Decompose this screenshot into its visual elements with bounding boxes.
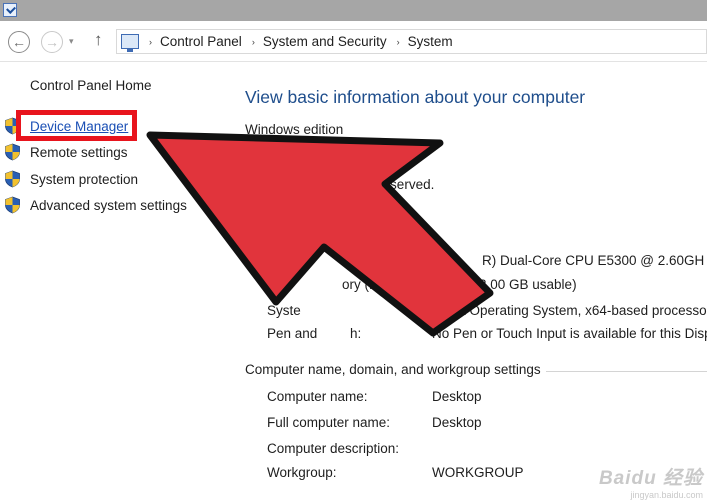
installed-memory-value: 3.00 GB usable) — [479, 277, 577, 292]
pen-and-touch-label: Pen and — [267, 326, 318, 341]
workgroup-label: Workgroup: — [267, 465, 337, 480]
shield-icon — [5, 170, 20, 188]
full-computer-name-value: Desktop — [432, 415, 482, 430]
sidebar: Control Panel Home Device Manager Remote… — [0, 62, 236, 502]
system-type-value: 32-bit Operating System, x64-based proce… — [432, 303, 707, 318]
sidebar-item-label: System protection — [30, 171, 139, 187]
computer-name-value: Desktop — [432, 389, 482, 404]
windows-edition-heading: Windows edition — [245, 122, 344, 137]
workgroup-value: WORKGROUP — [432, 465, 524, 480]
breadcrumb-separator-icon[interactable]: › — [397, 37, 400, 47]
section-divider — [546, 371, 707, 372]
sidebar-item-remote-settings[interactable]: Remote settings — [4, 142, 128, 162]
watermark-url: jingyan.baidu.com — [630, 490, 703, 500]
breadcrumb-system-and-security[interactable]: System and Security — [263, 34, 387, 49]
computer-description-label: Computer description: — [267, 441, 400, 456]
breadcrumb-separator-icon[interactable]: › — [252, 37, 255, 47]
back-button[interactable]: ← — [8, 31, 30, 53]
device-manager-highlight-box — [16, 110, 137, 141]
full-computer-name-label: Full computer name: — [267, 415, 391, 430]
pen-and-touch-label-b: h: — [350, 326, 362, 341]
recent-locations-dropdown-icon[interactable]: ▾ — [69, 36, 74, 47]
watermark-brand: Baidu 经验 — [598, 468, 703, 489]
computer-name-heading: Computer name, domain, and workgroup set… — [245, 362, 541, 377]
baidu-watermark: Baidu 经验 jingyan.baidu.com — [599, 463, 703, 500]
navigation-bar: ← → ▾ ↑ › Control Panel › System and Sec… — [0, 21, 707, 62]
computer-monitor-icon — [121, 34, 139, 52]
system-app-icon — [3, 3, 17, 17]
address-bar[interactable]: › Control Panel › System and Security › … — [116, 29, 707, 54]
back-arrow-icon: ← — [12, 34, 26, 50]
system-type-label: Syste — [267, 303, 301, 318]
control-panel-home-link[interactable]: Control Panel Home — [30, 78, 152, 93]
pen-and-touch-value: No Pen or Touch Input is available for t… — [432, 326, 707, 341]
breadcrumb-separator-icon[interactable]: › — [149, 37, 152, 47]
shield-icon — [5, 143, 20, 161]
forward-button[interactable]: → — [41, 31, 63, 53]
page-title: View basic information about your comput… — [245, 87, 586, 107]
sidebar-item-label: Remote settings — [30, 144, 128, 160]
sidebar-item-label: Advanced system settings — [30, 197, 187, 213]
processor-value: R) Dual-Core CPU E5300 @ 2.60GH — [482, 253, 705, 268]
installed-memory-label: In — [267, 277, 279, 292]
installed-memory-label-b: ory (RAM): — [342, 277, 408, 292]
sidebar-item-system-protection[interactable]: System protection — [4, 169, 138, 189]
breadcrumb-system[interactable]: System — [408, 34, 453, 49]
sidebar-item-advanced-system-settings[interactable]: Advanced system settings — [4, 195, 187, 215]
copyright-text: poration. All rights reserved. — [267, 177, 435, 192]
computer-name-label: Computer name: — [267, 389, 368, 404]
shield-icon — [5, 196, 20, 214]
up-level-button[interactable]: ↑ — [94, 30, 103, 50]
breadcrumb-control-panel[interactable]: Control Panel — [160, 34, 242, 49]
main-content: View basic information about your comput… — [236, 62, 707, 502]
window-title-bar — [0, 0, 707, 21]
forward-arrow-icon: → — [45, 34, 59, 50]
